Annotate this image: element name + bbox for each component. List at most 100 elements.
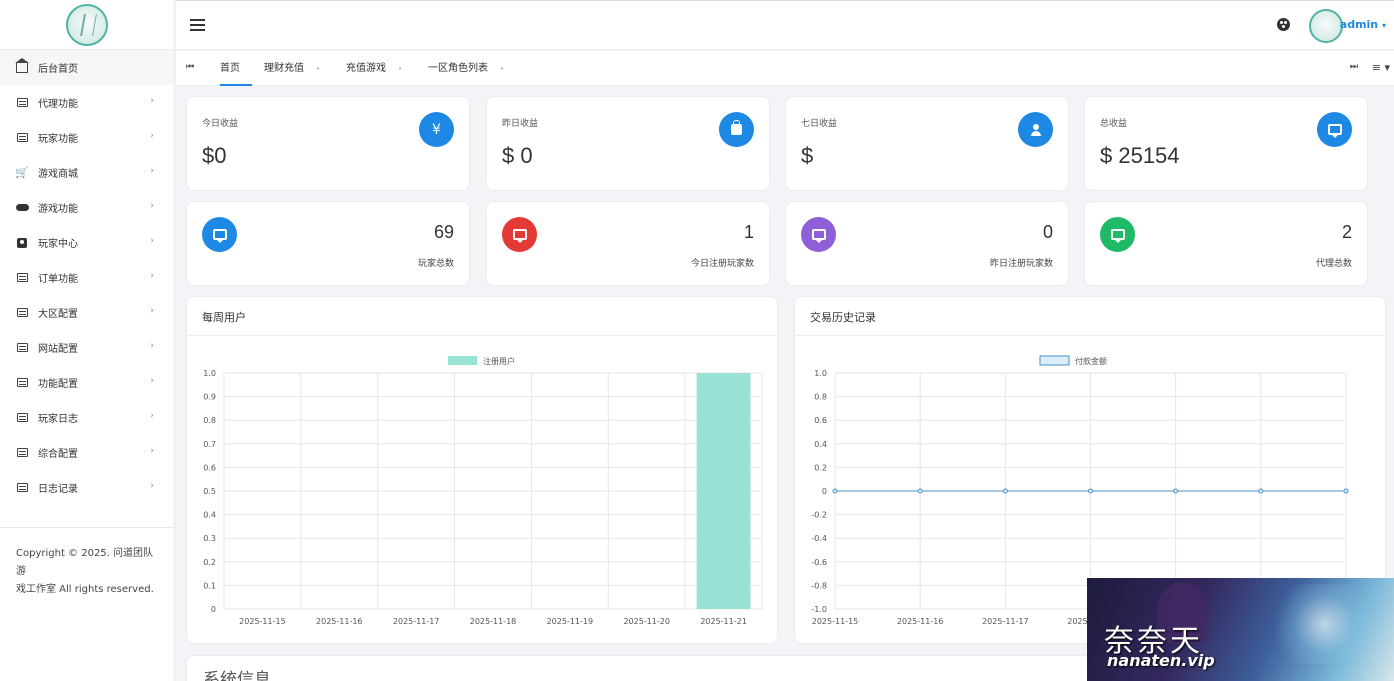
legend-label: 注册用户 [483, 356, 515, 366]
card-title: 系统信息 [203, 670, 271, 681]
y-tick-label: 0.2 [203, 558, 216, 567]
sidebar-item-2[interactable]: 玩家功能 › [0, 120, 174, 155]
site-logo[interactable] [66, 3, 108, 46]
palette-icon[interactable] [1277, 18, 1290, 31]
panel-icon [15, 97, 29, 108]
sidebar-item-label: 玩家日志 [38, 414, 78, 425]
panel-icon [15, 342, 29, 353]
tab-options-icon[interactable]: ≡ ▾ [1372, 61, 1390, 74]
tab-close-icon[interactable]: • [316, 65, 320, 73]
sidebar-item-3[interactable]: 🛒 游戏商城 › [0, 155, 174, 190]
panel-icon [15, 447, 29, 458]
hamburger-menu-icon[interactable] [190, 19, 205, 31]
x-tick-label: 2025-11-17 [982, 617, 1029, 626]
sidebar-item-6[interactable]: 订单功能 › [0, 260, 174, 295]
sidebar-item-5[interactable]: 玩家中心 › [0, 225, 174, 260]
sidebar-item-1[interactable]: 代理功能 › [0, 85, 174, 120]
y-tick-label: 0.4 [203, 511, 216, 520]
copyright: Copyright © 2025. 问道团队游 戏工作室 All rights … [0, 527, 174, 616]
sidebar-item-4[interactable]: 游戏功能 › [0, 190, 174, 225]
y-tick-label: 0.8 [814, 393, 827, 402]
sidebar-item-9[interactable]: 功能配置 › [0, 365, 174, 400]
y-tick-label: 0.8 [203, 416, 216, 425]
chevron-right-icon: › [150, 411, 154, 421]
chart-legend: 注册用户 [448, 356, 515, 366]
chevron-right-icon: › [150, 236, 154, 246]
x-tick-label: 2025-11-21 [700, 617, 747, 626]
weekly-users-card: 每周用户 注册用户 1.0 0.9 0.8 0.7 0.6 0.5 0.4 0.3 0.2 0.1 0… [186, 296, 778, 644]
count-label: 玩家总数 [417, 259, 454, 269]
chevron-right-icon: › [150, 376, 154, 386]
count-value: 0 [1042, 222, 1053, 242]
y-tick-label: -0.6 [811, 558, 827, 567]
tab-finance-recharge[interactable]: 理财充值 • [264, 51, 320, 86]
x-tick-label: 2025-11-17 [393, 617, 440, 626]
copyright-line-2: 戏工作室 All rights reserved. [16, 584, 154, 595]
chat-icon [1317, 112, 1352, 147]
tab-recharge-game[interactable]: 充值游戏 • [346, 51, 402, 86]
panel-icon [15, 272, 29, 283]
sidebar-item-0[interactable]: 后台首页 [0, 50, 174, 85]
count-label: 代理总数 [1315, 259, 1352, 269]
user-card-icon [15, 237, 29, 248]
tab-close-icon[interactable]: • [500, 65, 504, 73]
y-tick-label: 0.6 [203, 463, 216, 472]
copyright-line-1: Copyright © 2025. 问道团队游 [16, 548, 154, 577]
stat-label: 今日收益 [202, 119, 239, 129]
x-tick-label: 2025-11-16 [316, 617, 363, 626]
sidebar-item-7[interactable]: 大区配置 › [0, 295, 174, 330]
cart-icon: 🛒 [15, 166, 29, 179]
yen-glyph: ¥ [432, 121, 441, 138]
count-card-today-registered: 1 今日注册玩家数 [486, 201, 770, 286]
sidebar-item-10[interactable]: 玩家日志 › [0, 400, 174, 435]
chevron-right-icon: › [150, 306, 154, 316]
data-point [1343, 488, 1349, 494]
yen-icon: ¥ [419, 112, 454, 147]
tab-region1-roles[interactable]: 一区角色列表 • [428, 51, 504, 86]
count-card-total-agents: 2 代理总数 [1084, 201, 1368, 286]
y-tick-label: 0.9 [203, 393, 216, 402]
tab-label: 充值游戏 [346, 63, 386, 74]
person-icon [1018, 112, 1053, 147]
count-card-total-players: 69 玩家总数 [186, 201, 470, 286]
data-point [1258, 488, 1264, 494]
income-card-total: 总收益 $ 25154 [1084, 96, 1368, 191]
data-point [1088, 488, 1093, 494]
y-tick-label: 0 [822, 487, 827, 496]
x-tick-label: 2025-11-20 [623, 617, 670, 626]
panel-icon [15, 482, 29, 493]
sidebar-item-11[interactable]: 综合配置 › [0, 435, 174, 470]
y-tick-label: -0.8 [811, 581, 827, 590]
y-tick-label: 0.1 [203, 581, 216, 590]
sidebar-item-label: 代理功能 [38, 99, 78, 110]
count-card-yesterday-registered: 0 昨日注册玩家数 [785, 201, 1069, 286]
legend-swatch [1039, 355, 1070, 366]
user-menu[interactable]: admin ▾ [1340, 18, 1386, 31]
sidebar-item-label: 玩家中心 [38, 239, 78, 250]
y-tick-label: -0.2 [811, 511, 827, 520]
y-tick-label: 0 [211, 605, 216, 614]
chevron-right-icon: › [150, 166, 154, 176]
tab-close-icon[interactable]: • [398, 65, 402, 73]
tab-home[interactable]: 首页 [220, 51, 252, 86]
chevron-right-icon: › [150, 271, 154, 281]
watermark-url: nanaten.vip [1107, 651, 1215, 670]
sidebar-item-label: 网站配置 [38, 344, 78, 355]
income-card-today: 今日收益 $0 ¥ [186, 96, 470, 191]
watermark-banner: 奈奈天 nanaten.vip [1087, 578, 1394, 681]
user-avatar[interactable] [1309, 9, 1343, 43]
tab-bar: ⏮ 首页 理财充值 • 充值游戏 • 一区角色列表 • ⏭ ≡ ▾ [176, 51, 1394, 86]
income-card-seven-days: 七日收益 $ [785, 96, 1069, 191]
tab-scroll-left-icon[interactable]: ⏮ [186, 62, 194, 72]
sidebar-item-label: 综合配置 [38, 449, 78, 460]
y-tick-label: 0.5 [203, 487, 216, 496]
sidebar-item-8[interactable]: 网站配置 › [0, 330, 174, 365]
y-tick-label: 0.2 [814, 463, 827, 472]
x-tick-label: 2025-11-15 [239, 617, 286, 626]
sidebar-item-12[interactable]: 日志记录 › [0, 470, 174, 505]
sidebar-item-label: 功能配置 [38, 379, 78, 390]
chevron-right-icon: › [150, 446, 154, 456]
chevron-right-icon: › [150, 481, 154, 491]
data-point [1002, 488, 1008, 494]
tab-scroll-right-icon[interactable]: ⏭ [1350, 62, 1358, 72]
